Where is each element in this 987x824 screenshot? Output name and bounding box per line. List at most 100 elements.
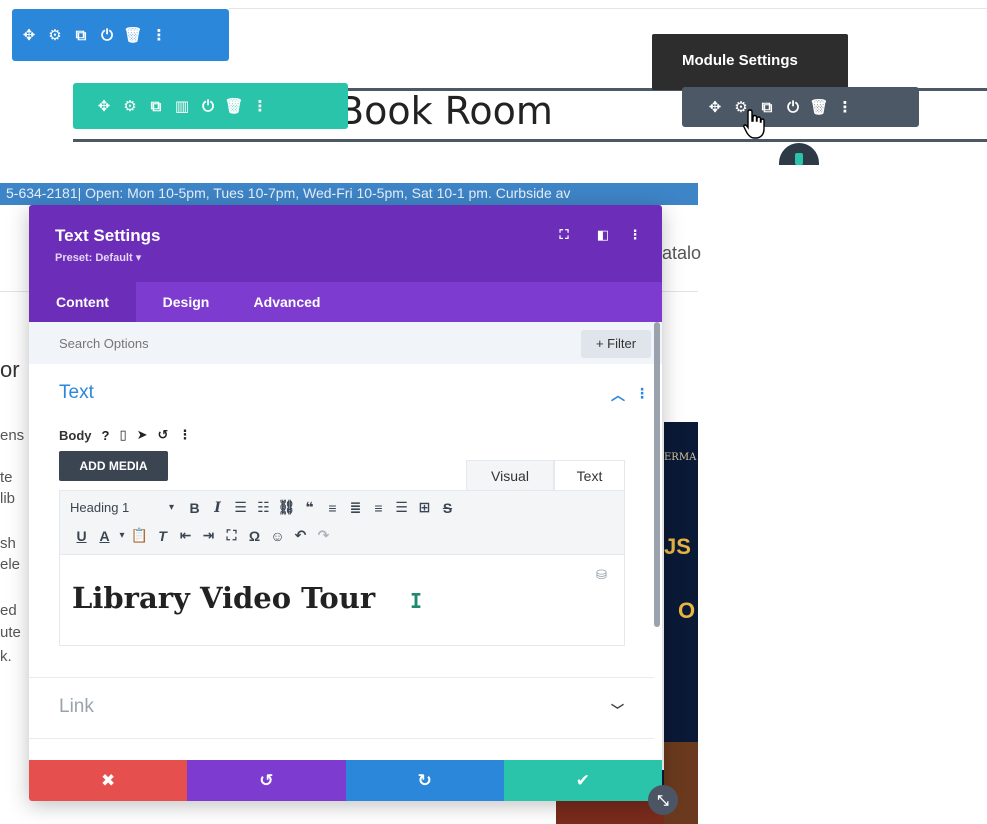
duplicate-icon[interactable]: ⧉ (68, 22, 94, 48)
gear-icon[interactable]: ⚙ (117, 93, 143, 119)
page-heading[interactable]: Book Room (338, 88, 553, 134)
move-icon[interactable]: ✥ (16, 22, 42, 48)
more-icon[interactable]: ⋮ (626, 227, 644, 245)
format-select[interactable]: Heading 1 (70, 500, 160, 515)
link-icon[interactable]: ⛓ (275, 499, 298, 516)
clear-format-icon[interactable]: T (151, 528, 174, 544)
gear-icon[interactable]: ⚙ (42, 22, 68, 48)
tab-design[interactable]: Design (136, 282, 236, 322)
split-view-icon[interactable]: ◧ (594, 227, 612, 245)
dynamic-content-icon[interactable]: ⛁ (596, 567, 607, 583)
body-field-label: Body ? ▯ ➤ ↺ ⋮ (59, 427, 191, 443)
section-divider (29, 738, 654, 739)
page-text-fragment: ens (0, 427, 25, 444)
redo-button[interactable]: ↻ (345, 760, 504, 801)
chevron-up-icon[interactable]: ︿ (611, 385, 625, 405)
emoji-icon[interactable]: ☺ (266, 528, 289, 544)
save-button[interactable]: ✔ (503, 760, 662, 801)
page-top-rule (229, 8, 987, 9)
row-toolbar: ✥ ⚙ ⧉ ⏻ 🗑 ⋮ (12, 9, 229, 61)
modal-tabs: Content Design Advanced (29, 282, 662, 322)
italic-icon[interactable]: I (206, 500, 229, 516)
align-left-icon[interactable]: ≡ (321, 500, 344, 516)
fullscreen-icon[interactable]: ⛶ (220, 527, 243, 544)
tab-content[interactable]: Content (29, 282, 136, 322)
mobile-icon[interactable]: ▯ (119, 427, 126, 443)
page-text-fragment: sh (0, 535, 16, 552)
redo-icon[interactable]: ↷ (312, 527, 335, 544)
more-icon[interactable]: ⋮ (146, 22, 172, 48)
editor-heading-text[interactable]: Library Video Tour (72, 581, 375, 615)
more-icon[interactable]: ⋮ (635, 385, 649, 402)
page-text-fragment: lib (0, 490, 16, 507)
underline-icon[interactable]: U (70, 528, 93, 544)
add-module-button[interactable] (779, 143, 819, 165)
text-section-title[interactable]: Text (59, 382, 94, 404)
text-settings-modal: Text Settings Preset: Default ▾ ⛶ ◧ ⋮ Co… (29, 205, 662, 801)
duplicate-icon[interactable]: ⧉ (143, 93, 169, 119)
fullscreen-icon[interactable]: ⛶ (555, 227, 573, 245)
reset-icon[interactable]: ↺ (158, 427, 169, 443)
outdent-icon[interactable]: ⇤ (174, 527, 197, 544)
cover-text: O (678, 598, 696, 623)
bold-icon[interactable]: B (183, 500, 206, 516)
cancel-button[interactable]: ✖ (29, 760, 188, 801)
modal-footer: ✖ ↺ ↻ ✔ (29, 760, 662, 801)
search-input[interactable] (59, 336, 359, 351)
justify-icon[interactable]: ☰ (390, 499, 413, 516)
quote-icon[interactable]: ❝ (298, 499, 321, 516)
undo-button[interactable]: ↺ (187, 760, 346, 801)
page-text-fragment: ute (0, 624, 21, 641)
power-icon[interactable]: ⏻ (195, 93, 221, 119)
menu-fragment: atalo (662, 243, 702, 263)
page-text-fragment: ed (0, 602, 17, 619)
trash-icon[interactable]: 🗑 (806, 94, 832, 120)
bullet-list-icon[interactable]: ☰ (229, 499, 252, 516)
trash-icon[interactable]: 🗑 (221, 93, 247, 119)
move-icon[interactable]: ✥ (91, 93, 117, 119)
text-cursor-icon: I (410, 589, 423, 613)
omega-icon[interactable]: Ω (243, 528, 266, 544)
help-icon[interactable]: ? (102, 428, 110, 443)
power-icon[interactable]: ⏻ (780, 94, 806, 120)
link-section-title[interactable]: Link (59, 696, 94, 718)
table-icon[interactable]: ⊞ (413, 499, 436, 516)
editor-toolbar: Heading 1 ▾ B I ☰ ☷ ⛓ ❝ ≡ ≣ ≡ ☰ ⊞ S U A … (59, 490, 625, 554)
hover-pointer-icon[interactable]: ➤ (137, 427, 148, 443)
chevron-down-icon[interactable]: ▾ (116, 530, 128, 541)
preset-dropdown[interactable]: Preset: Default ▾ (55, 251, 141, 264)
modal-scrollbar[interactable] (654, 322, 660, 627)
resize-handle-icon[interactable]: ⤡ (648, 785, 678, 815)
editor-tab-visual[interactable]: Visual (466, 460, 554, 490)
paste-icon[interactable]: 📋 (128, 527, 151, 544)
more-icon[interactable]: ⋮ (832, 94, 858, 120)
chevron-down-icon[interactable]: ﹀ (611, 700, 624, 719)
move-icon[interactable]: ✥ (702, 94, 728, 120)
tab-advanced[interactable]: Advanced (236, 282, 338, 322)
editor-content-area[interactable]: Library Video Tour I ⛁ (59, 554, 625, 646)
more-icon[interactable]: ⋮ (178, 427, 191, 443)
plus-icon (795, 153, 803, 165)
text-color-icon[interactable]: A (93, 528, 116, 544)
add-media-button[interactable]: ADD MEDIA (59, 451, 168, 481)
module-settings-tooltip: Module Settings (652, 34, 848, 90)
columns-icon[interactable]: ▥ (169, 93, 195, 119)
align-right-icon[interactable]: ≡ (367, 500, 390, 516)
power-icon[interactable]: ⏻ (94, 22, 120, 48)
undo-icon[interactable]: ↶ (289, 527, 312, 544)
align-center-icon[interactable]: ≣ (344, 499, 367, 516)
indent-icon[interactable]: ⇥ (197, 527, 220, 544)
filter-button[interactable]: + Filter (581, 330, 651, 358)
trash-icon[interactable]: 🗑 (120, 22, 146, 48)
strikethrough-icon[interactable]: S (436, 500, 459, 516)
book-cover-image: ERMA JS O (664, 422, 698, 824)
numbered-list-icon[interactable]: ☷ (252, 499, 275, 516)
body-label: Body (59, 427, 92, 443)
section-toolbar: ✥ ⚙ ⧉ ▥ ⏻ 🗑 ⋮ (73, 83, 348, 129)
modal-title: Text Settings (55, 226, 161, 245)
module-toolbar: ✥ ⚙ ⧉ ⏻ 🗑 ⋮ (682, 87, 919, 127)
chevron-down-icon[interactable]: ▾ (160, 502, 183, 513)
hand-pointer-icon (743, 109, 765, 139)
more-icon[interactable]: ⋮ (247, 93, 273, 119)
editor-tab-text[interactable]: Text (554, 460, 625, 491)
